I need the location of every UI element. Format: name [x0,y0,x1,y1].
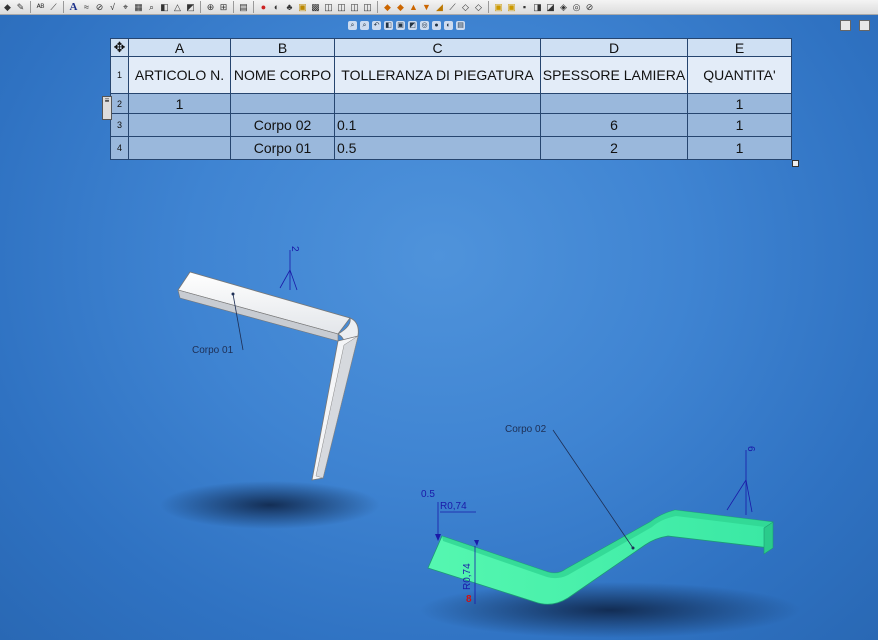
dimension-text[interactable]: 6 [745,446,756,452]
dimension-text[interactable]: 0.5 [421,489,435,500]
marker-label: 8 [466,594,472,605]
body-corpo-01[interactable] [177,271,359,481]
dimension-text[interactable]: 2 [289,246,300,252]
part-face [763,521,774,555]
callout-corpo-02[interactable]: Corpo 02 [505,424,547,435]
dimension-line [279,269,291,289]
part-shadow [160,481,380,529]
dimension-thickness-01[interactable]: 2 [279,246,300,291]
leader-line [552,429,634,549]
dimension-text[interactable]: R0,74 [440,501,467,512]
dimension-line [289,269,298,291]
graphics-area[interactable]: Corpo 01 2 Corpo 02 6 0.5 R0,74 R0,74 8 [0,0,878,640]
leader-anchor [631,546,635,550]
callout-corpo-01[interactable]: Corpo 01 [192,345,234,356]
part-shadow [420,582,800,638]
arrow-icon [474,540,479,546]
leader-anchor [231,292,235,296]
dimension-line [726,479,747,511]
dimension-text[interactable]: R0,74 [462,563,473,590]
dimension-thickness-02[interactable]: 6 [726,446,756,515]
dimension-line [745,479,753,513]
dimension-tolerance-02[interactable]: 0.5 [421,489,441,541]
